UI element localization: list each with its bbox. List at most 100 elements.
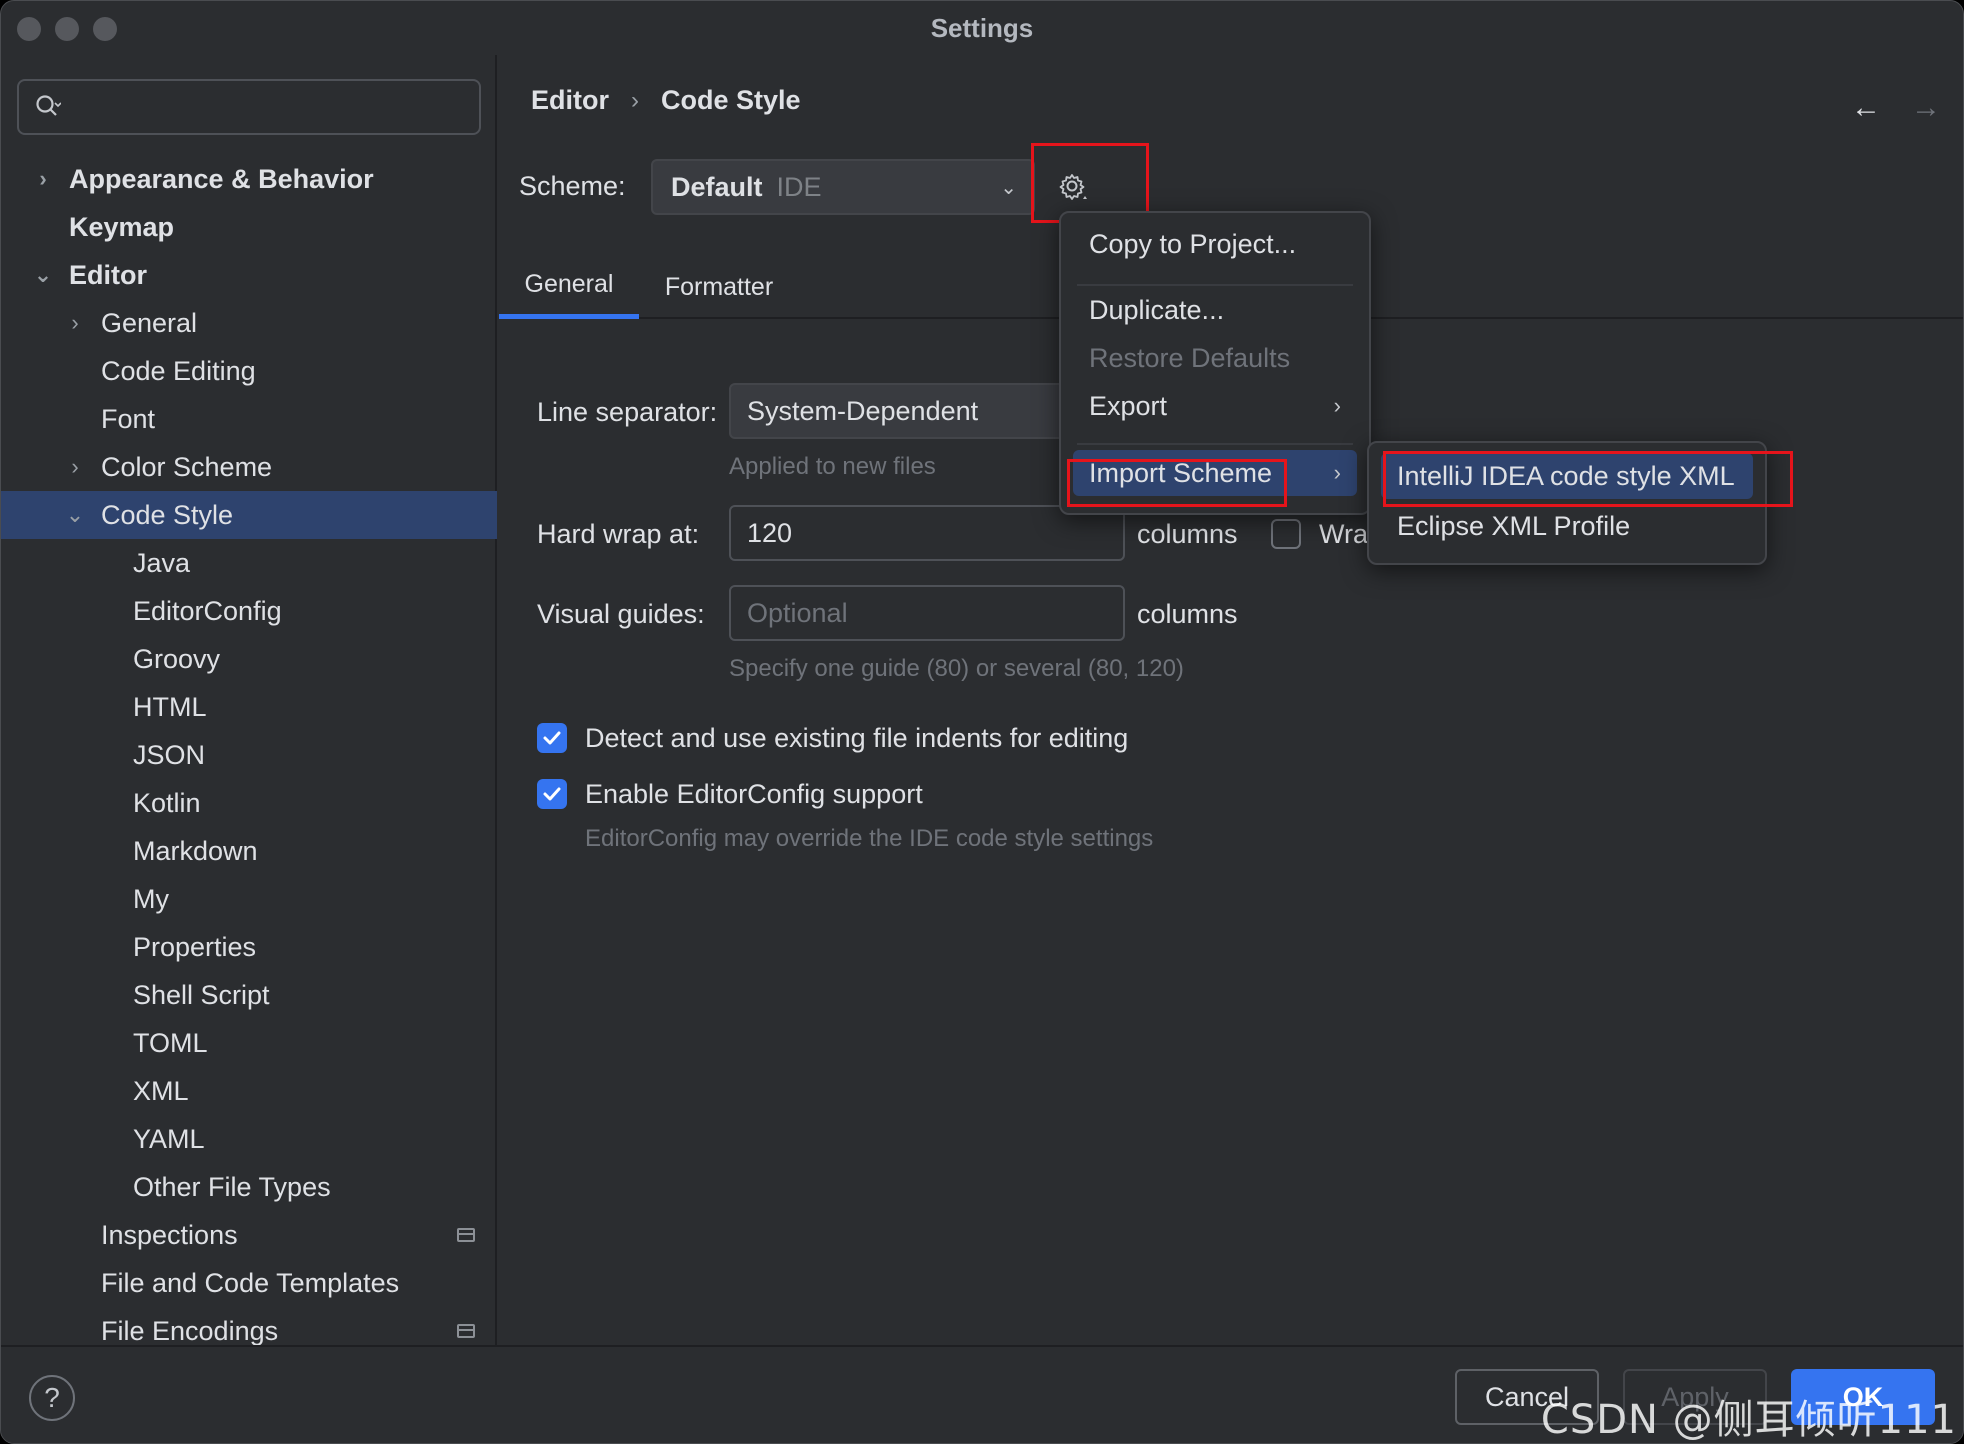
chevron-right-icon[interactable]: ›: [63, 310, 87, 335]
menu-item-duplicate[interactable]: Duplicate...: [1073, 287, 1357, 333]
ok-button[interactable]: OK: [1791, 1369, 1935, 1425]
menu-separator: [1077, 443, 1353, 445]
sidebar-item-appearance[interactable]: › Appearance & Behavior: [1, 155, 497, 203]
sidebar-item-label: Groovy: [133, 643, 221, 674]
tab-formatter[interactable]: Formatter: [649, 255, 789, 319]
sidebar-item-label: Editor: [69, 259, 147, 290]
project-scope-icon: [457, 1228, 475, 1242]
sidebar-item-html[interactable]: HTML: [1, 683, 497, 731]
scheme-label: Scheme:: [519, 171, 626, 201]
sidebar-item-label: Keymap: [69, 211, 175, 242]
editorconfig-hint: EditorConfig may override the IDE code s…: [585, 825, 1154, 852]
sidebar-item-shell-script[interactable]: Shell Script: [1, 971, 497, 1019]
sidebar-item-label: Inspections: [101, 1219, 238, 1250]
hard-wrap-label: Hard wrap at:: [537, 519, 700, 549]
back-arrow-icon[interactable]: ←: [1851, 91, 1881, 125]
sidebar-item-kotlin[interactable]: Kotlin: [1, 779, 497, 827]
sidebar-item-json[interactable]: JSON: [1, 731, 497, 779]
sidebar-item-label: Code Style: [101, 499, 234, 530]
visual-guides-unit: columns: [1137, 599, 1238, 629]
help-button[interactable]: ?: [29, 1375, 75, 1421]
sidebar-item-label: Shell Script: [133, 979, 270, 1010]
sidebar-item-label: JSON: [133, 739, 206, 770]
sidebar-item-label: Font: [101, 403, 156, 434]
sidebar-item-label: Code Editing: [101, 355, 256, 386]
breadcrumb-parent[interactable]: Editor: [531, 85, 609, 116]
sidebar-item-editor[interactable]: ⌄ Editor: [1, 251, 497, 299]
line-separator-value: System-Dependent: [747, 395, 979, 426]
sidebar-item-my[interactable]: My: [1, 875, 497, 923]
project-scope-icon: [457, 1324, 475, 1338]
sidebar-item-label: Appearance & Behavior: [69, 163, 374, 194]
settings-window: Settings › Appearance & Behavior Keymap …: [0, 0, 1964, 1444]
detect-indents-checkbox[interactable]: [537, 723, 567, 753]
sidebar-item-file-code-templates[interactable]: File and Code Templates: [1, 1259, 497, 1307]
visual-guides-placeholder: Optional: [747, 597, 848, 628]
sidebar-item-label: Java: [133, 547, 191, 578]
scheme-dropdown[interactable]: Default IDE ⌄: [651, 159, 1035, 215]
line-separator-label: Line separator:: [537, 397, 718, 427]
sidebar-item-editorconfig[interactable]: EditorConfig: [1, 587, 497, 635]
sidebar-item-inspections[interactable]: Inspections: [1, 1211, 497, 1259]
checkmark-icon: [543, 787, 561, 801]
settings-content: Editor › Code Style ← → Scheme: Default …: [499, 55, 1963, 1345]
menu-item-export[interactable]: Export ›: [1073, 383, 1357, 429]
breadcrumb: Editor › Code Style: [531, 85, 801, 116]
menu-item-restore-defaults: Restore Defaults: [1089, 342, 1291, 373]
menu-item-label: Export: [1089, 390, 1168, 421]
sidebar-item-other-file-types[interactable]: Other File Types: [1, 1163, 497, 1211]
import-scheme-highlight-box: [1067, 459, 1287, 507]
title-bar: Settings: [1, 1, 1963, 55]
chevron-right-icon[interactable]: ›: [63, 454, 87, 479]
sidebar-item-label: XML: [133, 1075, 189, 1106]
sidebar-item-label: EditorConfig: [133, 595, 282, 626]
chevron-down-icon: ⌄: [1000, 177, 1017, 199]
sidebar-item-properties[interactable]: Properties: [1, 923, 497, 971]
chevron-down-icon[interactable]: ⌄: [63, 502, 87, 527]
cancel-button[interactable]: Cancel: [1455, 1369, 1599, 1425]
sidebar-item-label: Color Scheme: [101, 451, 273, 482]
apply-button[interactable]: Apply: [1623, 1369, 1767, 1425]
menu-item-eclipse-xml[interactable]: Eclipse XML Profile: [1381, 503, 1753, 549]
minimize-window-button[interactable]: [55, 17, 79, 41]
search-input[interactable]: [17, 79, 481, 135]
close-window-button[interactable]: [17, 17, 41, 41]
window-controls: [17, 17, 117, 41]
editorconfig-checkbox[interactable]: [537, 779, 567, 809]
sidebar-item-yaml[interactable]: YAML: [1, 1115, 497, 1163]
chevron-down-icon[interactable]: ⌄: [31, 262, 55, 287]
sidebar-item-general[interactable]: › General: [1, 299, 497, 347]
breadcrumb-separator: ›: [631, 86, 639, 114]
sidebar-item-label: YAML: [133, 1123, 205, 1154]
scheme-type: IDE: [776, 171, 822, 202]
editorconfig-label[interactable]: Enable EditorConfig support: [585, 779, 923, 810]
chevron-right-icon[interactable]: ›: [31, 166, 55, 191]
sidebar-item-groovy[interactable]: Groovy: [1, 635, 497, 683]
zoom-window-button[interactable]: [93, 17, 117, 41]
chevron-right-icon: ›: [1333, 460, 1341, 485]
hard-wrap-unit: columns: [1137, 519, 1238, 549]
window-title: Settings: [930, 12, 1034, 43]
sidebar-item-xml[interactable]: XML: [1, 1067, 497, 1115]
visual-guides-input[interactable]: Optional: [729, 585, 1125, 641]
sidebar-item-toml[interactable]: TOML: [1, 1019, 497, 1067]
intellij-xml-highlight-box: [1383, 451, 1793, 507]
forward-arrow-icon[interactable]: →: [1911, 91, 1941, 125]
breadcrumb-current: Code Style: [661, 85, 801, 115]
sidebar-item-java[interactable]: Java: [1, 539, 497, 587]
sidebar-item-code-editing[interactable]: Code Editing: [1, 347, 497, 395]
tab-general[interactable]: General: [499, 255, 639, 319]
menu-separator: [1077, 284, 1353, 286]
sidebar-item-code-style[interactable]: ⌄ Code Style: [1, 491, 497, 539]
hard-wrap-value: 120: [747, 517, 793, 548]
sidebar-item-label: File Encodings: [101, 1315, 279, 1346]
sidebar-item-markdown[interactable]: Markdown: [1, 827, 497, 875]
sidebar-item-color-scheme[interactable]: › Color Scheme: [1, 443, 497, 491]
menu-item-copy-to-project[interactable]: Copy to Project...: [1073, 221, 1357, 267]
sidebar-item-keymap[interactable]: Keymap: [1, 203, 497, 251]
sidebar-item-font[interactable]: Font: [1, 395, 497, 443]
sidebar-item-label: Kotlin: [133, 787, 201, 818]
detect-indents-label[interactable]: Detect and use existing file indents for…: [585, 723, 1128, 754]
wrap-on-typing-checkbox[interactable]: [1271, 519, 1301, 549]
chevron-right-icon: ›: [1333, 393, 1341, 418]
